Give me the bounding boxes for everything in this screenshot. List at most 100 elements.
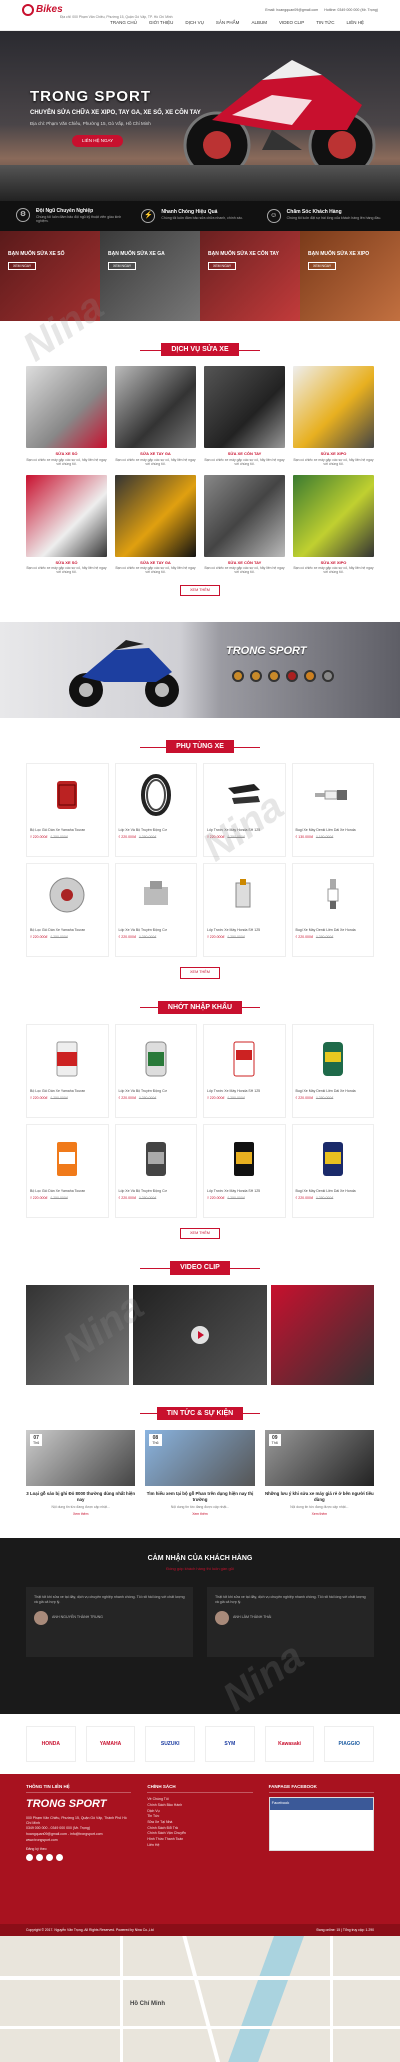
- nav-home[interactable]: Trang chủ: [110, 20, 137, 26]
- service-card[interactable]: SỬA XE XIPO Bạn có chiếc xe máy gặp các s…: [293, 474, 374, 575]
- product-image: [204, 764, 285, 826]
- service-card[interactable]: SỬA XE XIPO Bạn có chiếc xe máy gặp các s…: [293, 366, 374, 466]
- product-name: Bộ Lọc Gió Dán Xe Yamaha Touran: [30, 1089, 86, 1094]
- nav-services[interactable]: Dịch vụ: [185, 20, 204, 26]
- promo-button[interactable]: XEM NGAY: [8, 261, 37, 271]
- product-card[interactable]: Lốp Xe Và Bộ Truyền Động Cơ ₫ 220.000đ ₫ 2…: [114, 863, 197, 958]
- service-desc: Bạn có chiếc xe máy gặp các sự cố, hãy l…: [115, 457, 196, 467]
- promo-button[interactable]: XEM NGAY: [208, 261, 237, 271]
- footer: THÔNG TIN LIÊN HỆ TRONG SPORT 000 Phạm V…: [0, 1774, 400, 1925]
- map-road: [182, 1936, 222, 2062]
- facebook-icon[interactable]: [26, 1854, 33, 1862]
- product-card[interactable]: Bugi Xe Máy Denki Liền Dài Xe Honda ₫ 220…: [291, 863, 374, 958]
- news-more-link[interactable]: Xem thêm: [145, 1512, 254, 1517]
- site-logo[interactable]: Bikes: [22, 3, 63, 17]
- service-card[interactable]: SỬA XE SỐ Bạn có chiếc xe máy gặp các sự …: [26, 474, 107, 575]
- news-title[interactable]: 3 Loại gỗ sáo bị ghi Đỏ 8000 thường dùng…: [26, 1491, 135, 1503]
- nav-products[interactable]: Sản phẩm: [216, 20, 240, 26]
- video-thumb[interactable]: [270, 1284, 374, 1385]
- brand-logo-sym[interactable]: SYM: [205, 1726, 255, 1763]
- product-card[interactable]: Lốp Xe Và Bộ Truyền Động Cơ ₫ 220.000đ ₫ 2…: [114, 1124, 197, 1219]
- promo-card[interactable]: BẠN MUỐN SỬA XE SỐ XEM NGAY: [0, 231, 100, 321]
- news-more-link[interactable]: Xem thêm: [26, 1512, 135, 1517]
- news-desc: Nội dung tin tức đang được cập nhật...: [51, 1504, 110, 1509]
- policy-link[interactable]: Hình Thức Thanh Toán: [147, 1837, 252, 1842]
- news-title[interactable]: Những lưu ý khi sửa xe máy giá rẻ ở bên …: [265, 1491, 374, 1503]
- nav-album[interactable]: Album: [251, 20, 267, 26]
- product-card[interactable]: Bộ Lọc Gió Dán Xe Yamaha Touran ₫ 220.000…: [26, 863, 109, 958]
- product-card[interactable]: Bộ Lọc Gió Dán Xe Yamaha Touran ₫ 220.000…: [26, 1124, 109, 1219]
- product-card[interactable]: Lốp Trước Xe Máy Honda SH 125 ₫ 220.000đ ₫…: [203, 1024, 286, 1119]
- nav-news[interactable]: Tin tức: [316, 20, 334, 26]
- product-card[interactable]: Bộ Lọc Gió Dán Xe Yamaha Touran ₫ 220.000…: [26, 763, 109, 858]
- policy-link[interactable]: Về Chúng Tôi: [147, 1797, 252, 1802]
- news-card[interactable]: 07 Th6 3 Loại gỗ sáo bị ghi Đỏ 8000 thường…: [26, 1430, 136, 1517]
- product-card[interactable]: Bugi Xe Máy Denki Liền Dài Xe Honda ₫ 220…: [291, 1124, 374, 1219]
- google-map[interactable]: Hồ Chí Minh: [0, 1936, 400, 2062]
- video-thumb[interactable]: [26, 1284, 130, 1385]
- product-image: [27, 1125, 108, 1187]
- footer-website[interactable]: www.trongsport.com: [26, 1838, 131, 1843]
- oils-more-button[interactable]: XEM THÊM: [180, 1228, 220, 1240]
- news-card[interactable]: 08 Th6 Tìm hiểu xem tại bộ gỗ Phan trên dụ…: [145, 1430, 255, 1517]
- twitter-icon[interactable]: [46, 1854, 53, 1862]
- parts-more-button[interactable]: XEM THÊM: [180, 967, 220, 979]
- news-more-link[interactable]: Xem thêm: [265, 1512, 374, 1517]
- wheel-icon: [286, 670, 298, 683]
- promo-button[interactable]: XEM NGAY: [108, 261, 137, 271]
- product-card[interactable]: Bugi Xe Máy Denki Liền Dài Xe Honda ₫ 220…: [291, 1024, 374, 1119]
- hero-subtitle: CHUYÊN SỬA CHỮA XE XIPO, TAY GA, XE SỐ, …: [30, 110, 201, 116]
- service-card[interactable]: SỬA XE CÔN TAY Bạn có chiếc xe máy gặp cá…: [204, 474, 285, 575]
- policy-link[interactable]: Chính Sách Bảo Hành: [147, 1803, 252, 1808]
- service-card[interactable]: SỬA XE SỐ Bạn có chiếc xe máy gặp các sự …: [26, 366, 107, 466]
- brand-logo-suzuki[interactable]: SUZUKI: [145, 1726, 196, 1763]
- product-card[interactable]: Lốp Trước Xe Máy Honda SH 125 ₫ 220.000đ ₫…: [203, 863, 286, 958]
- video-player[interactable]: [133, 1284, 267, 1385]
- nav-contact[interactable]: Liên hệ: [346, 20, 364, 26]
- footer-email[interactable]: hoangquan09@gmail.com - info@trongsport.…: [26, 1832, 131, 1837]
- brand-logo-honda[interactable]: HONDA: [26, 1726, 76, 1763]
- nav-about[interactable]: Giới thiệu: [149, 20, 174, 26]
- policy-link[interactable]: Sửa Xe Tại Nhà: [147, 1820, 252, 1825]
- wheel-icon: [232, 670, 244, 683]
- service-card[interactable]: SỬA XE TAY GA Bạn có chiếc xe máy gặp các…: [115, 366, 196, 466]
- policy-link[interactable]: Chính Sách Đổi Trả: [147, 1826, 252, 1831]
- brand-logo-piaggio[interactable]: PIAGGIO: [324, 1726, 375, 1763]
- product-card[interactable]: Lốp Xe Và Bộ Truyền Động Cơ ₫ 220.000đ ₫ 2…: [114, 763, 197, 858]
- facebook-widget[interactable]: Facebook: [268, 1797, 374, 1852]
- brand-logo-kawasaki[interactable]: Kawasaki: [264, 1726, 315, 1763]
- google-plus-icon[interactable]: [36, 1854, 43, 1862]
- service-card[interactable]: SỬA XE TAY GA Bạn có chiếc xe máy gặp các…: [115, 474, 196, 575]
- product-card[interactable]: Bugi Xe Máy Denki Liền Dài Xe Honda ₫ 130…: [291, 763, 374, 858]
- hero-slider[interactable]: TRONG SPORT CHUYÊN SỬA CHỮA XE XIPO, TAY…: [0, 31, 400, 201]
- product-card[interactable]: Bộ Lọc Gió Dán Xe Yamaha Touran ₫ 220.000…: [26, 1024, 109, 1119]
- product-card[interactable]: Lốp Xe Và Bộ Truyền Động Cơ ₫ 220.000đ ₫ 2…: [114, 1024, 197, 1119]
- promo-title: BẠN MUỐN SỬA XE CÔN TAY: [208, 251, 279, 257]
- policy-link[interactable]: Tin Tức: [147, 1814, 252, 1819]
- news-title[interactable]: Tìm hiểu xem tại bộ gỗ Phan trên dụng hi…: [145, 1491, 254, 1503]
- play-icon[interactable]: [191, 1325, 209, 1344]
- service-desc: Bạn có chiếc xe máy gặp các sự cố, hãy l…: [26, 457, 107, 467]
- service-card[interactable]: SỬA XE CÔN TAY Bạn có chiếc xe máy gặp cá…: [204, 366, 285, 466]
- product-card[interactable]: Lốp Trước Xe Máy Honda SH 125 ₫ 220.000đ ₫…: [203, 763, 286, 858]
- services-more-button[interactable]: XEM THÊM: [180, 584, 220, 597]
- policy-link[interactable]: Dịch Vụ: [147, 1809, 252, 1814]
- parts-heading: PHỤ TÙNG XE: [0, 740, 400, 754]
- promo-card[interactable]: BẠN MUỐN SỬA XE CÔN TAY XEM NGAY: [200, 231, 300, 321]
- brand-logos: HONDA YAMAHA SUZUKI SYM Kawasaki PIAGGIO: [0, 1714, 400, 1775]
- nav-video[interactable]: Video Clip: [279, 20, 304, 26]
- policy-link[interactable]: Chính Sách Vận Chuyển: [147, 1831, 252, 1836]
- product-price: ₫ 220.000đ ₫ 250.000đ: [295, 1095, 334, 1100]
- brand-logo-yamaha[interactable]: YAMAHA: [85, 1726, 136, 1763]
- youtube-icon[interactable]: [56, 1854, 63, 1862]
- policy-link[interactable]: Liên Hệ: [147, 1843, 252, 1848]
- news-card[interactable]: 09 Th6 Những lưu ý khi sửa xe máy giá rẻ ở…: [264, 1430, 374, 1517]
- promo-button[interactable]: XEM NGAY: [308, 261, 337, 271]
- product-card[interactable]: Lốp Trước Xe Máy Honda SH 125 ₫ 220.000đ ₫…: [203, 1124, 286, 1219]
- promo-card[interactable]: BẠN MUỐN SỬA XE XIPO XEM NGAY: [300, 231, 400, 321]
- product-price: ₫ 220.000đ ₫ 250.000đ: [295, 1195, 334, 1200]
- product-price: ₫ 220.000đ ₫ 250.000đ: [207, 1095, 245, 1100]
- promo-card[interactable]: BẠN MUỐN SỬA XE GA XEM NGAY: [100, 231, 200, 321]
- wheel-icon: [250, 670, 262, 683]
- hero-contact-button[interactable]: LIÊN HỆ NGAY: [72, 135, 124, 148]
